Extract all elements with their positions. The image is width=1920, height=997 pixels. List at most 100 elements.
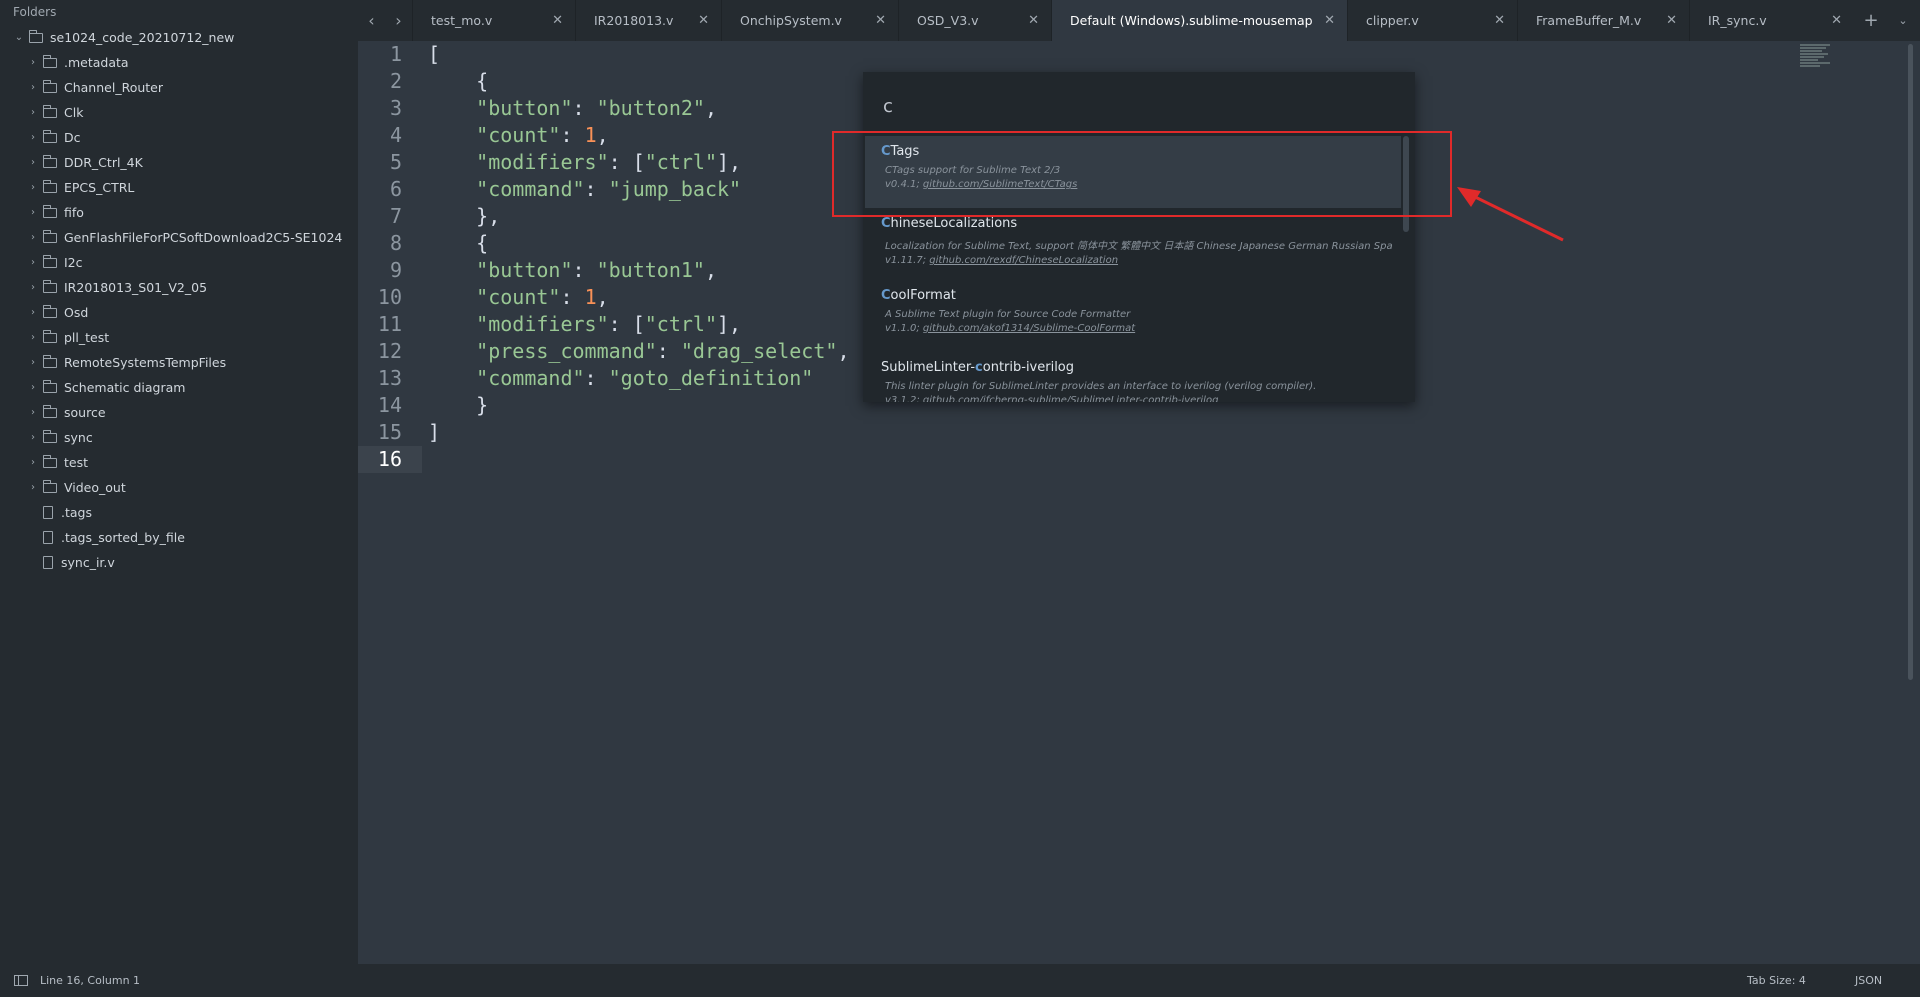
tab[interactable]: Default (Windows).sublime-mousemap ✕ — [1051, 0, 1347, 41]
folder-icon — [43, 129, 57, 143]
plus-icon[interactable]: + — [1854, 0, 1888, 41]
tree-item-label: pll_test — [64, 330, 110, 345]
tab[interactable]: OnchipSystem.v ✕ — [721, 0, 898, 41]
close-icon[interactable]: ✕ — [1324, 13, 1335, 28]
tab[interactable]: test_mo.v ✕ — [412, 0, 575, 41]
tab[interactable]: clipper.v ✕ — [1347, 0, 1517, 41]
string-token: "goto_definition" — [608, 366, 814, 390]
code-line: ] — [428, 419, 1898, 446]
folder-icon — [43, 229, 57, 243]
punctuation-token — [428, 177, 476, 201]
punctuation-token — [428, 123, 476, 147]
number-token: 1 — [584, 123, 597, 147]
chevron-right-icon[interactable]: › — [28, 257, 38, 268]
folder-item[interactable]: › Dc — [0, 125, 358, 150]
chevron-right-icon[interactable]: › — [28, 82, 38, 93]
tree-item-label: Video_out — [64, 480, 126, 495]
string-token: "jump_back" — [608, 177, 742, 201]
close-icon[interactable]: ✕ — [875, 13, 886, 28]
chevron-down-icon[interactable]: ⌄ — [14, 32, 24, 43]
chevron-right-icon[interactable]: › — [28, 357, 38, 368]
chevron-right-icon[interactable]: › — [28, 232, 38, 243]
panel-toggle-icon[interactable] — [14, 975, 28, 986]
chevron-right-icon[interactable]: › — [28, 57, 38, 68]
tab[interactable]: OSD_V3.v ✕ — [898, 0, 1051, 41]
chevron-right-icon[interactable]: › — [28, 107, 38, 118]
tree-item-label: GenFlashFileForPCSoftDownload2C5-SE1024 — [64, 230, 343, 245]
folder-item[interactable]: › EPCS_CTRL — [0, 175, 358, 200]
chevron-right-icon[interactable]: › — [28, 307, 38, 318]
tab[interactable]: FrameBuffer_M.v ✕ — [1517, 0, 1689, 41]
tab-back-icon[interactable]: ‹ — [358, 0, 385, 41]
editor-scrollbar[interactable] — [1908, 44, 1913, 680]
string-token: "button1" — [596, 258, 705, 282]
file-item[interactable]: sync_ir.v — [0, 550, 358, 575]
package-link[interactable]: github.com/akof1314/Sublime-CoolFormat — [923, 323, 1135, 334]
line-number: 14 — [377, 393, 402, 417]
folder-item[interactable]: › test — [0, 450, 358, 475]
folder-item[interactable]: › Schematic diagram — [0, 375, 358, 400]
chevron-right-icon[interactable]: › — [28, 407, 38, 418]
chevron-right-icon[interactable]: › — [28, 332, 38, 343]
chevron-right-icon[interactable]: › — [28, 457, 38, 468]
folder-item[interactable]: › source — [0, 400, 358, 425]
folder-item[interactable]: › pll_test — [0, 325, 358, 350]
package-name: CoolFormat — [881, 288, 1401, 306]
line-number: 8 — [389, 231, 402, 255]
line-number: 3 — [389, 96, 402, 120]
tab-forward-icon[interactable]: › — [385, 0, 412, 41]
punctuation-token: ], — [717, 150, 742, 174]
chevron-right-icon[interactable]: › — [28, 157, 38, 168]
folder-item[interactable]: › Clk — [0, 100, 358, 125]
close-icon[interactable]: ✕ — [1666, 13, 1677, 28]
chevron-right-icon[interactable]: › — [28, 132, 38, 143]
minimap[interactable] — [1800, 44, 1834, 70]
chevron-right-icon[interactable]: › — [28, 432, 38, 443]
package-name-prefix: SublimeLinter- — [881, 360, 976, 375]
folder-item[interactable]: › DDR_Ctrl_4K — [0, 150, 358, 175]
line-number: 2 — [389, 69, 402, 93]
folder-item[interactable]: › Channel_Router — [0, 75, 358, 100]
chevron-right-icon[interactable]: › — [28, 482, 38, 493]
tab-size-indicator[interactable]: Tab Size: 4 — [1747, 974, 1806, 987]
file-item[interactable]: .tags — [0, 500, 358, 525]
folder-item[interactable]: › Video_out — [0, 475, 358, 500]
palette-item[interactable]: CoolFormat A Sublime Text plugin for Sour… — [865, 280, 1401, 352]
file-item[interactable]: .tags_sorted_by_file — [0, 525, 358, 550]
tree-item-label: IR2018013_S01_V2_05 — [64, 280, 208, 295]
annotation-highlight-box — [832, 131, 1452, 217]
close-icon[interactable]: ✕ — [552, 13, 563, 28]
close-icon[interactable]: ✕ — [1494, 13, 1505, 28]
close-icon[interactable]: ✕ — [1831, 13, 1842, 28]
folder-item[interactable]: › sync — [0, 425, 358, 450]
tab-menu-icon[interactable]: ⌄ — [1888, 0, 1918, 41]
package-link[interactable]: github.com/jfcherng-sublime/SublimeLinte… — [923, 395, 1219, 402]
syntax-indicator[interactable]: JSON — [1855, 974, 1882, 987]
folder-item[interactable]: › GenFlashFileForPCSoftDownload2C5-SE1024 — [0, 225, 358, 250]
match-highlight: C — [881, 288, 891, 303]
close-icon[interactable]: ✕ — [1028, 13, 1039, 28]
tree-item-label: sync — [64, 430, 93, 445]
chevron-right-icon[interactable]: › — [28, 382, 38, 393]
folder-item[interactable]: › Osd — [0, 300, 358, 325]
root-folder-item[interactable]: ⌄ se1024_code_20210712_new — [0, 25, 358, 50]
folder-icon — [43, 279, 57, 293]
tree-item-label: I2c — [64, 255, 83, 270]
tab[interactable]: IR2018013.v ✕ — [575, 0, 721, 41]
match-highlight: c — [975, 360, 983, 375]
string-token: "modifiers" — [476, 312, 609, 336]
tab[interactable]: IR_sync.v ✕ — [1689, 0, 1854, 41]
chevron-right-icon[interactable]: › — [28, 207, 38, 218]
folder-item[interactable]: › RemoteSystemsTempFiles — [0, 350, 358, 375]
chevron-right-icon[interactable]: › — [28, 182, 38, 193]
folder-item[interactable]: › I2c — [0, 250, 358, 275]
folder-item[interactable]: › fifo — [0, 200, 358, 225]
folder-item[interactable]: › IR2018013_S01_V2_05 — [0, 275, 358, 300]
palette-item[interactable]: SublimeLinter-contrib-iverilog This linte… — [865, 352, 1401, 402]
palette-item[interactable]: ChineseLocalizations Localization for Sub… — [865, 208, 1401, 280]
chevron-right-icon[interactable]: › — [28, 282, 38, 293]
close-icon[interactable]: ✕ — [698, 13, 709, 28]
folder-item[interactable]: › .metadata — [0, 50, 358, 75]
package-link[interactable]: github.com/rexdf/ChineseLocalization — [929, 255, 1118, 266]
palette-search-input[interactable] — [881, 90, 1405, 122]
